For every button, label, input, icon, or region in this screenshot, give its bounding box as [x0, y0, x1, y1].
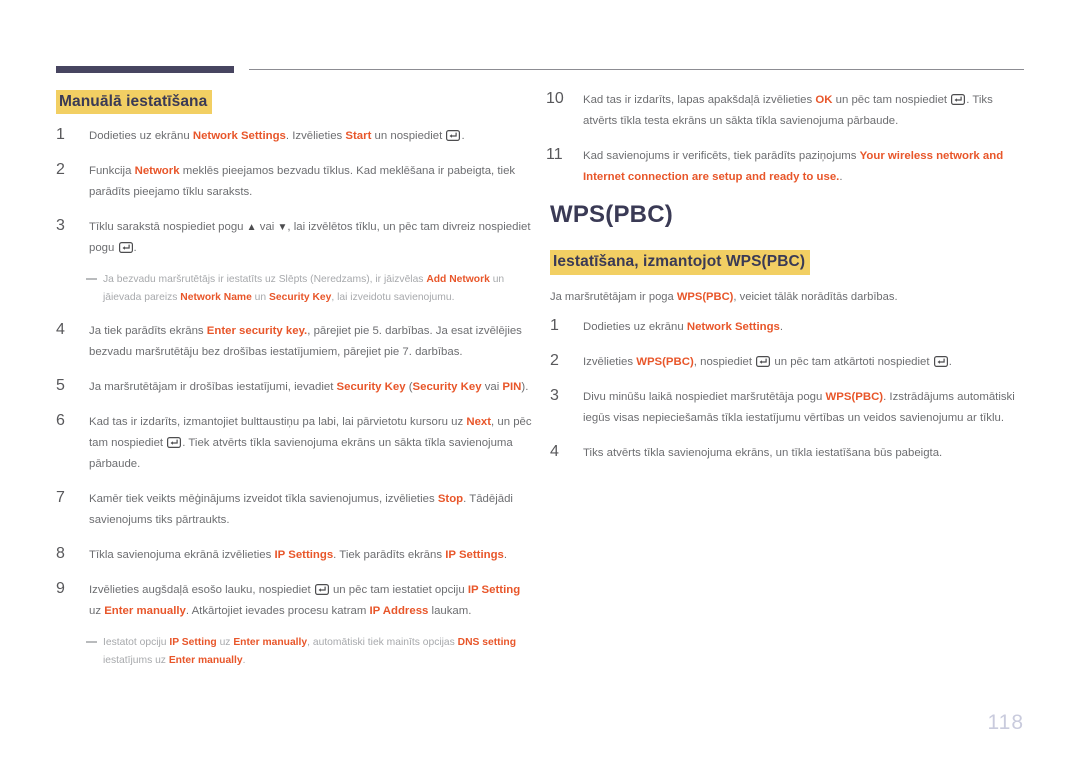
step-text: Ja maršrutētājam ir drošības iestatījumi… — [89, 381, 529, 394]
step-number: 10 — [546, 90, 564, 107]
step-item: 8 Tīkla savienojuma ekrānā izvēlieties I… — [56, 545, 534, 566]
step-item: 4 Ja tiek parādīts ekrāns Enter security… — [56, 321, 534, 363]
step-text: Kad savienojums ir verificēts, tiek parā… — [583, 150, 1004, 183]
step-text: Dodieties uz ekrānu Network Settings. — [583, 320, 784, 333]
enter-key-icon — [951, 94, 966, 105]
step-item: 10 Kad tas ir izdarīts, lapas apakšdaļā … — [546, 90, 1028, 132]
step-item: 1 Dodieties uz ekrānu Network Settings. — [550, 317, 1028, 338]
step-number: 7 — [56, 489, 65, 507]
enter-key-icon — [933, 355, 948, 367]
step-text: Kad tas ir izdarīts, izmantojiet bulttau… — [89, 416, 532, 471]
enter-key-icon — [314, 584, 329, 596]
subsection-heading-wps-pbc-setup: Iestatīšana, izmantojot WPS(PBC) — [550, 250, 811, 275]
enter-key-icon — [167, 437, 182, 449]
enter-key-icon — [756, 355, 771, 367]
step-number: 2 — [550, 351, 559, 369]
right-steps-continued: 10 Kad tas ir izdarīts, lapas apakšdaļā … — [546, 90, 1028, 188]
step-text: Tiks atvērts tīkla savienojuma ekrāns, u… — [583, 446, 943, 459]
left-steps-list: 1 Dodieties uz ekrānu Network Settings. … — [56, 126, 534, 670]
note-text: Ja bezvadu maršrutētājs ir iestatīts uz … — [103, 274, 505, 304]
step-item: 2 Izvēlieties WPS(PBC), nospiediet un pē… — [550, 352, 1028, 373]
step-text: Kad tas ir izdarīts, lapas apakšdaļā izv… — [583, 94, 993, 127]
step-number: 3 — [56, 217, 65, 235]
header-rules — [56, 66, 1024, 76]
step-text: Dodieties uz ekrānu Network Settings. Iz… — [89, 130, 465, 143]
page-body: Manuālā iestatīšana 1 Dodieties uz ekrān… — [56, 90, 1024, 723]
step-item: 9 Izvēlieties augšdaļā esošo lauku, nosp… — [56, 580, 534, 622]
right-column: 10 Kad tas ir izdarīts, lapas apakšdaļā … — [546, 90, 1028, 478]
step-text: Funkcija Network meklēs pieejamos bezvad… — [89, 165, 516, 199]
step-number: 9 — [56, 580, 65, 598]
note-text: Iestatot opciju IP Setting uz Enter manu… — [103, 637, 517, 667]
left-column: Manuālā iestatīšana 1 Dodieties uz ekrān… — [56, 90, 534, 684]
step-text: Tīklu sarakstā nospiediet pogu ▲ vai ▼, … — [89, 217, 534, 259]
step-number: 4 — [550, 442, 559, 460]
header-rule-thin — [249, 69, 1024, 70]
wps-pbc-steps-list: 1 Dodieties uz ekrānu Network Settings. … — [550, 317, 1028, 464]
step-number: 6 — [56, 412, 65, 430]
note-ip-setting: Iestatot opciju IP Setting uz Enter manu… — [56, 634, 534, 670]
step-number: 1 — [550, 316, 559, 334]
step-text: Izvēlieties augšdaļā esošo lauku, nospie… — [89, 584, 521, 618]
step-item: 4 Tiks atvērts tīkla savienojuma ekrāns,… — [550, 443, 1028, 464]
enter-key-icon — [446, 130, 461, 142]
wps-pbc-lead-text: Ja maršrutētājam ir poga WPS(PBC), veici… — [550, 290, 898, 303]
enter-key-icon — [118, 242, 133, 254]
step-number: 11 — [546, 146, 563, 163]
note-dash-icon — [86, 641, 97, 644]
section-title-wps-pbc: WPS(PBC) — [550, 201, 673, 228]
arrow-up-icon: ▲ — [246, 222, 257, 234]
step-text: Divu minūšu laikā nospiediet maršrutētāj… — [583, 390, 1015, 424]
step-number: 4 — [56, 321, 65, 339]
arrow-down-icon: ▼ — [277, 222, 288, 234]
step-item: 11 Kad savienojums ir verificēts, tiek p… — [546, 146, 1028, 188]
step-text: Tīkla savienojuma ekrānā izvēlieties IP … — [89, 549, 508, 562]
step-number: 8 — [56, 545, 65, 563]
step-item: 3 Tīklu sarakstā nospiediet pogu ▲ vai ▼… — [56, 217, 534, 259]
step-number: 1 — [56, 126, 65, 144]
step-text: Kamēr tiek veikts mēģinājums izveidot tī… — [89, 493, 513, 527]
header-rule-thick — [56, 66, 234, 73]
step-number: 5 — [56, 377, 65, 395]
step-number: 2 — [56, 161, 65, 179]
step-number: 3 — [550, 386, 559, 404]
step-item: 7 Kamēr tiek veikts mēģinājums izveidot … — [56, 489, 534, 531]
step-text: Izvēlieties WPS(PBC), nospiediet un pēc … — [583, 355, 952, 368]
section-heading-manual-setup: Manuālā iestatīšana — [56, 90, 213, 115]
note-dash-icon — [86, 278, 97, 281]
step-text: Ja tiek parādīts ekrāns Enter security k… — [89, 325, 522, 359]
step-item: 2 Funkcija Network meklēs pieejamos bezv… — [56, 161, 534, 203]
note-hidden-router: Ja bezvadu maršrutētājs ir iestatīts uz … — [56, 271, 534, 307]
step-item: 6 Kad tas ir izdarīts, izmantojiet bultt… — [56, 412, 534, 475]
step-item: 1 Dodieties uz ekrānu Network Settings. … — [56, 126, 534, 147]
page-number: 118 — [987, 711, 1024, 734]
step-item: 5 Ja maršrutētājam ir drošības iestatīju… — [56, 377, 534, 398]
step-item: 3 Divu minūšu laikā nospiediet maršrutēt… — [550, 387, 1028, 429]
